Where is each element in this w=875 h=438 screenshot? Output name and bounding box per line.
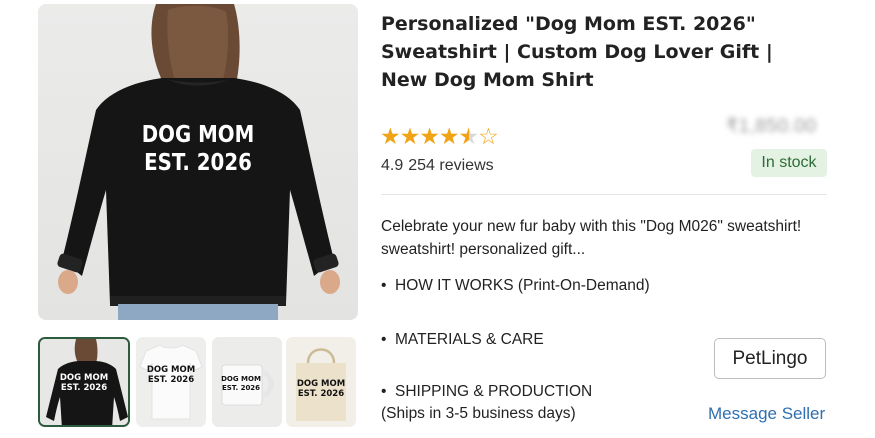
product-description: Celebrate your new fur baby with this "D…	[381, 215, 841, 261]
thumb-1-print-line-2: EST. 2026	[60, 383, 108, 393]
thumbnail-strip: DOG MOM EST. 2026 DOG MOM EST. 2026 DOG …	[38, 337, 358, 427]
thumb-2-print-line-2: EST. 2026	[147, 375, 195, 385]
message-seller-link[interactable]: Message Seller	[708, 404, 825, 424]
divider	[381, 194, 827, 195]
bullet-label: MATERIALS & CARE	[395, 331, 544, 348]
half-star-icon: ★	[459, 123, 480, 150]
thumb-4-print-line-2: EST. 2026	[297, 389, 345, 399]
bullet-icon: •	[381, 383, 387, 400]
print-text-line-1: DOG MOM	[141, 122, 255, 148]
bullet-label: HOW IT WORKS (Print-On-Demand)	[395, 277, 650, 294]
product-title-line-2: Sweatshirt | Custom Dog Lover Gift |	[381, 41, 773, 63]
rating-summary[interactable]: 4.9 254 reviews	[381, 157, 494, 175]
empty-star-icon: ☆	[478, 123, 499, 149]
thumbnail-back-view[interactable]: DOG MOM EST. 2026	[38, 337, 130, 427]
product-title-line-3: New Dog Mom Shirt	[381, 69, 594, 91]
list-item-materials-care[interactable]: • MATERIALS & CARE	[381, 329, 544, 351]
star-icon: ★	[399, 123, 421, 149]
description-line-2: sweatshirt! personalized gift...	[381, 241, 586, 258]
thumb-4-print-line-1: DOG MOM	[296, 379, 346, 389]
description-line-1: Celebrate your new fur baby with this "D…	[381, 218, 802, 235]
star-icon: ★	[419, 123, 440, 149]
bullet-label: SHIPPING & PRODUCTION	[395, 383, 593, 400]
thumbnail-tote-bag[interactable]: DOG MOM EST. 2026	[286, 337, 356, 427]
star-icon: ★	[438, 123, 460, 149]
thumb-3-print-line-1: DOG MOM	[221, 375, 261, 383]
rating-score: 4.9	[381, 157, 404, 174]
star-icon: ★	[380, 123, 401, 149]
thumb-1-print-line-1: DOG MOM	[59, 373, 109, 383]
star-rating[interactable]: ★★★★★☆	[380, 123, 499, 150]
stock-status-badge: In stock	[751, 149, 827, 177]
product-title-line-1: Personalized "Dog Mom EST. 2026"	[381, 13, 756, 35]
print-text-line-2: EST. 2026	[144, 150, 252, 176]
product-title: Personalized "Dog Mom EST. 2026" Sweatsh…	[381, 10, 851, 94]
shipping-note: (Ships in 3-5 business days)	[381, 405, 576, 422]
thumb-3-print-line-2: EST. 2026	[221, 384, 261, 392]
seller-shop-button[interactable]: PetLingo	[714, 338, 826, 379]
bullet-icon: •	[381, 331, 387, 348]
product-price: ₹1,850.00	[726, 116, 817, 137]
list-item-how-it-works[interactable]: • HOW IT WORKS (Print-On-Demand)	[381, 275, 650, 297]
thumb-2-print-line-1: DOG MOM	[146, 365, 196, 375]
review-count: 254 reviews	[408, 157, 494, 174]
list-item-shipping-production[interactable]: • SHIPPING & PRODUCTION	[381, 381, 592, 403]
thumbnail-white-tshirt[interactable]: DOG MOM EST. 2026	[136, 337, 206, 427]
thumbnail-mug[interactable]: DOG MOM EST. 2026	[212, 337, 282, 427]
main-product-image[interactable]: DOG MOM EST. 2026	[38, 4, 358, 320]
bullet-icon: •	[381, 277, 387, 294]
